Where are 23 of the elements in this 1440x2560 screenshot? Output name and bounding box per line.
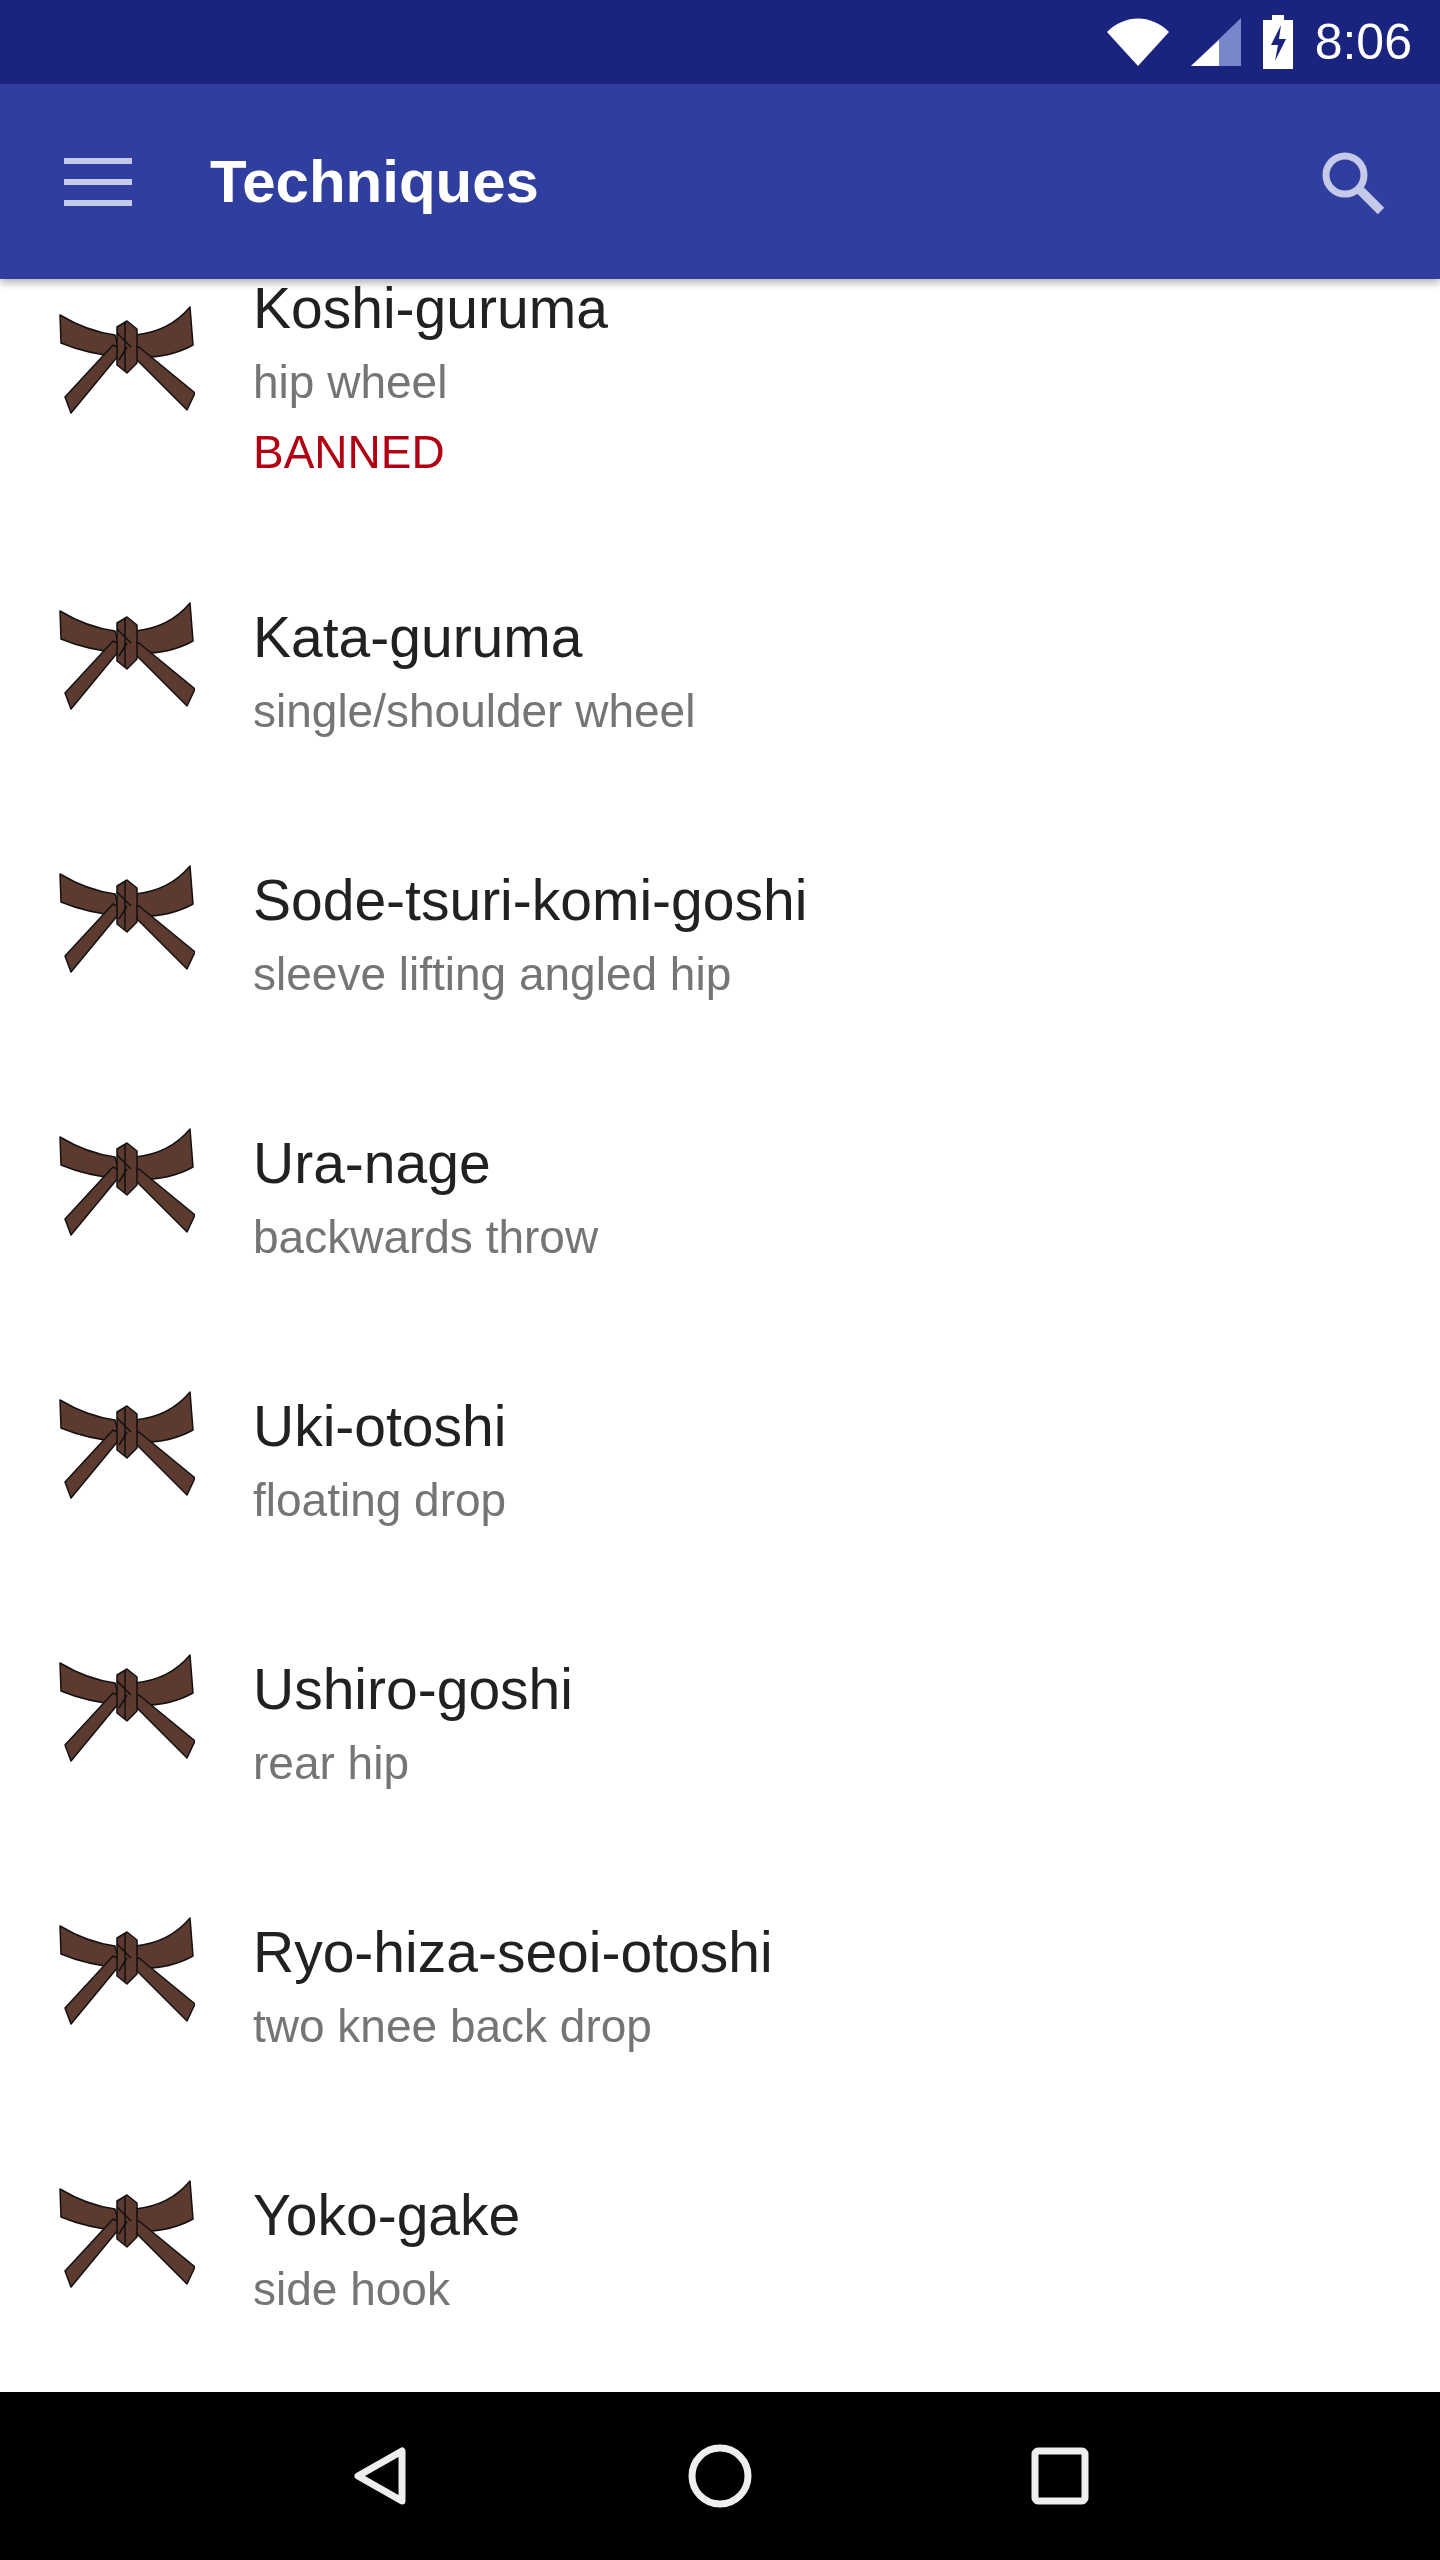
banned-label: BANNED (253, 425, 446, 480)
wifi-icon (1106, 18, 1169, 66)
technique-translation: backwards throw (253, 1210, 599, 1265)
screen-title: Techniques (210, 147, 540, 216)
technique-translation: sleeve lifting angled hip (253, 947, 733, 1002)
battery-icon (1262, 15, 1293, 69)
menu-icon[interactable] (64, 157, 132, 206)
signal-icon (1190, 18, 1241, 66)
technique-translation: two knee back drop (253, 1999, 653, 2054)
technique-name[interactable]: Uki-otoshi (253, 1389, 507, 1463)
technique-name[interactable]: Ura-nage (253, 1126, 599, 1200)
technique-name[interactable]: Ryo-hiza-seoi-otoshi (253, 1915, 773, 1989)
technique-translation: rear hip (253, 1736, 410, 1791)
technique-name[interactable]: Yoko-gake (253, 2178, 521, 2252)
clock: 8:06 (1314, 13, 1412, 71)
technique-name[interactable]: Ushiro-goshi (253, 1652, 573, 1726)
technique-translation: side hook (253, 2262, 451, 2317)
technique-name[interactable]: Sode-tsuri-komi-goshi (253, 863, 808, 937)
technique-translation: hip wheel (253, 355, 449, 410)
technique-translation: floating drop (253, 1473, 507, 1528)
technique-translation: single/shoulder wheel (253, 684, 696, 739)
technique-name[interactable]: Koshi-guruma (253, 279, 608, 345)
technique-name[interactable]: Kata-guruma (253, 600, 696, 674)
